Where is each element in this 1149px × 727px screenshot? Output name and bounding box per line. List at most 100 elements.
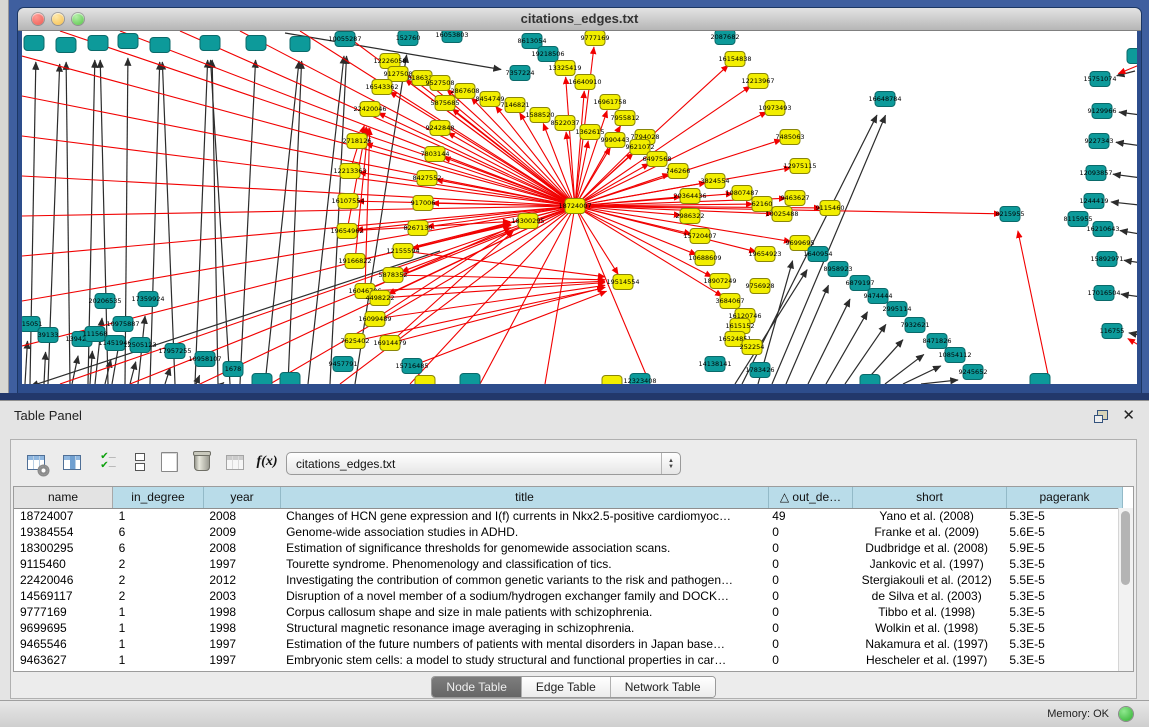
table-row[interactable]: 969969511998Structural magnetic resonanc… [14,620,1119,636]
graph-node[interactable]: 2718126 [343,134,372,149]
graph-node[interactable] [118,34,138,49]
graph-node[interactable]: 19654923 [748,247,781,262]
tab-network-table[interactable]: Network Table [611,677,715,697]
graph-node[interactable]: 8215955 [996,207,1025,222]
column-header-title[interactable]: title [281,487,769,508]
graph-node[interactable] [460,374,480,385]
graph-node[interactable] [860,375,880,385]
graph-node[interactable]: 8958923 [824,262,853,277]
graph-node[interactable]: 1640954 [804,247,833,262]
graph-node[interactable]: 9242848 [426,121,455,136]
graph-node[interactable]: 5878352 [379,268,408,283]
graph-node[interactable]: 9756928 [746,279,775,294]
graph-node[interactable]: 12093857 [1079,166,1112,181]
graph-node[interactable]: 746266 [666,164,691,179]
table-scrollbar-thumb[interactable] [1121,511,1130,585]
graph-node[interactable]: 12155594 [386,244,419,259]
graph-node[interactable]: 3684067 [716,294,745,309]
graph-node[interactable] [200,36,220,51]
graph-node[interactable]: 10958107 [188,352,221,367]
graph-node[interactable]: 14138141 [698,357,731,372]
graph-node[interactable]: 7803144 [421,147,450,162]
graph-node[interactable]: 39133 [38,328,59,343]
table-row[interactable]: 946362711997Embryonic stem cells: a mode… [14,652,1119,668]
graph-node[interactable] [415,376,435,385]
graph-node[interactable] [280,373,300,385]
graph-node[interactable]: 10055287 [328,32,361,47]
table-selector-dropdown[interactable]: citations_edges.txt ▲▼ [286,452,681,475]
graph-node[interactable]: 16210643 [1086,222,1119,237]
graph-node[interactable]: 10688609 [688,251,721,266]
graph-node[interactable] [290,37,310,52]
close-panel-icon[interactable]: ✕ [1122,409,1135,423]
graph-node[interactable]: 16053803 [435,31,468,43]
table-row[interactable]: 2242004622012Investigating the contribut… [14,572,1119,588]
graph-node[interactable] [1030,374,1050,385]
graph-node[interactable]: 1244419 [1080,194,1109,209]
graph-node[interactable]: 16099489 [358,312,391,327]
column-header-short[interactable]: short [853,487,1007,508]
graph-node[interactable]: 9245652 [959,365,988,380]
graph-node[interactable]: 9463627 [781,191,810,206]
row-height-icon[interactable] [127,449,153,475]
graph-node[interactable]: 16107554 [331,194,364,209]
graph-node[interactable] [88,36,108,51]
graph-node[interactable]: 2087682 [711,31,740,45]
graph-node[interactable]: 8267130 [404,221,433,236]
graph-node[interactable]: 8471826 [923,334,952,349]
graph-node[interactable]: 19166822 [338,254,371,269]
graph-node[interactable]: 9457791 [329,357,358,372]
graph-node[interactable]: 16154838 [718,52,751,67]
graph-node[interactable]: 7357224 [506,66,535,81]
graph-node[interactable]: 917006 [411,196,436,211]
network-canvas[interactable]: 1005528715276016053803861305419218506208… [22,31,1137,384]
graph-node[interactable]: 9227343 [1085,134,1114,149]
graph-node[interactable]: 10854112 [938,348,971,363]
graph-node[interactable]: 13325419 [548,61,581,76]
select-columns-icon[interactable]: ✔—✔— [95,449,121,475]
graph-node[interactable]: 9115460 [816,201,845,216]
graph-node[interactable] [24,36,44,51]
table-row[interactable]: 946554611997Estimation of the future num… [14,636,1119,652]
column-header-name[interactable]: name [14,487,113,508]
graph-node[interactable]: 7955812 [611,111,640,126]
graph-node[interactable]: 4498222 [366,291,395,306]
graph-node[interactable]: 5875685 [431,96,460,111]
graph-node[interactable]: 2995114 [883,302,912,317]
graph-node[interactable] [602,376,622,385]
graph-node[interactable]: 3824554 [701,174,730,189]
float-panel-icon[interactable] [1094,410,1108,423]
graph-node[interactable]: 9474444 [864,289,893,304]
graph-node[interactable]: 9777169 [581,31,610,46]
graph-node[interactable]: 12213967 [741,74,774,89]
graph-node[interactable]: 1678 [223,362,243,377]
graph-node[interactable]: 9129966 [1088,104,1117,119]
table-row[interactable]: 911546021997Tourette syndrome. Phenomeno… [14,556,1119,572]
graph-node[interactable]: 7625402 [341,334,370,349]
graph-node[interactable]: 19514554 [606,275,639,290]
column-header-out-de-[interactable]: △ out_de… [769,487,853,508]
graph-node[interactable] [246,36,266,51]
table-settings-icon[interactable] [23,449,49,475]
graph-node[interactable]: 12323408 [623,374,656,385]
function-builder-icon[interactable]: f(x) [254,449,280,475]
tab-node-table[interactable]: Node Table [432,677,522,697]
graph-node[interactable]: 116755 [1100,324,1125,339]
graph-node[interactable]: 111568 [83,327,108,342]
graph-node[interactable]: 12975115 [783,159,816,174]
graph-node[interactable] [56,38,76,53]
table-row[interactable]: 1938455462009Genome-wide association stu… [14,524,1119,540]
graph-node[interactable]: 20206535 [88,294,121,309]
graph-node[interactable] [1127,49,1137,64]
graph-node[interactable]: 1783426 [746,363,775,378]
column-header-pagerank[interactable]: pagerank [1007,487,1123,508]
column-header-year[interactable]: year [204,487,281,508]
import-table-icon[interactable] [222,449,248,475]
graph-node[interactable]: 7485063 [776,130,805,145]
table-row[interactable]: 1872400712008Changes of HCN gene express… [14,508,1119,524]
graph-node[interactable]: 17359924 [131,292,164,307]
graph-node[interactable]: 15720407 [683,229,716,244]
graph-node[interactable]: 16640910 [568,75,601,90]
delete-table-icon[interactable] [189,449,215,475]
tab-edge-table[interactable]: Edge Table [522,677,611,697]
